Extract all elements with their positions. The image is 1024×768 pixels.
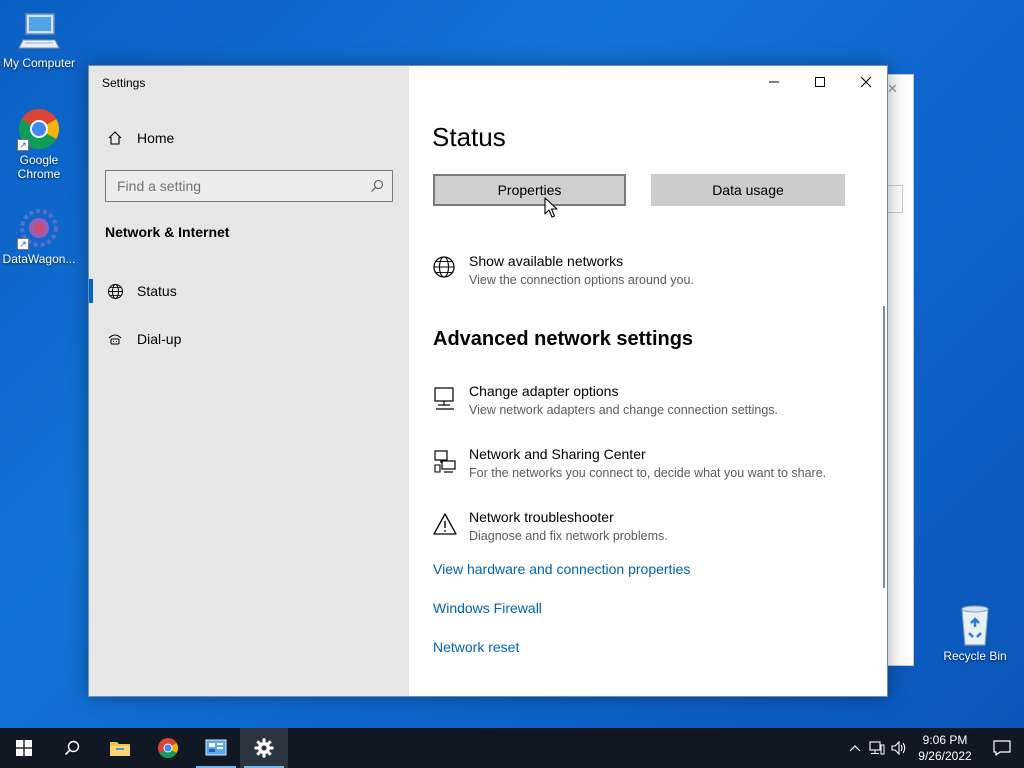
change-adapter-options[interactable]: Change adapter options View network adap…	[432, 383, 872, 427]
show-hidden-icons-button[interactable]	[844, 728, 866, 768]
network-troubleshooter[interactable]: Network troubleshooter Diagnose and fix …	[432, 509, 872, 553]
search-icon	[64, 740, 80, 756]
settings-window: Settings Home Network & Internet Status	[88, 65, 888, 697]
sidebar-item-label: Home	[137, 130, 175, 146]
data-usage-button[interactable]: Data usage	[651, 174, 845, 206]
taskbar-file-explorer[interactable]	[96, 728, 144, 768]
option-subtitle: View the connection options around you.	[469, 273, 694, 287]
advanced-settings-heading: Advanced network settings	[433, 328, 694, 350]
taskbar-settings[interactable]	[240, 728, 288, 768]
system-tray: 9:06 PM 9/26/2022	[844, 728, 1024, 768]
desktop-icon-label: Recycle Bin	[943, 649, 1007, 663]
gear-icon	[254, 738, 274, 758]
desktop-icon-recycle-bin[interactable]: Recycle Bin	[936, 603, 1014, 663]
network-icon	[869, 741, 885, 755]
folder-icon	[110, 742, 130, 756]
desktop-icon-label: Google Chrome	[17, 153, 61, 181]
windows-firewall-link[interactable]: Windows Firewall	[433, 600, 542, 616]
option-subtitle: View network adapters and change connect…	[469, 403, 778, 417]
warning-icon	[432, 511, 458, 537]
desktop-icon-datawagon[interactable]: ↗ DataWagon...	[0, 206, 78, 266]
mouse-cursor-icon	[544, 197, 558, 218]
search-icon[interactable]	[370, 179, 384, 198]
option-subtitle: For the networks you connect to, decide …	[469, 466, 827, 480]
option-title: Network troubleshooter	[469, 509, 614, 525]
sidebar-item-label: Status	[137, 283, 177, 299]
properties-button[interactable]: Properties	[433, 174, 626, 206]
shortcut-arrow-icon: ↗	[17, 238, 29, 250]
adapter-icon	[432, 385, 458, 411]
view-hardware-link[interactable]: View hardware and connection properties	[433, 561, 690, 577]
sharing-center-icon	[432, 448, 458, 474]
control-panel-icon	[205, 739, 227, 756]
clock-time: 9:06 PM	[922, 733, 968, 747]
sidebar-item-home[interactable]: Home	[89, 118, 409, 158]
action-center-button[interactable]	[980, 728, 1024, 768]
globe-icon	[432, 255, 458, 281]
network-reset-link[interactable]: Network reset	[433, 639, 519, 655]
chrome-icon	[158, 738, 178, 758]
search-box	[105, 170, 393, 202]
show-available-networks[interactable]: Show available networks View the connect…	[432, 253, 872, 297]
sidebar-item-dial-up[interactable]: Dial-up	[89, 319, 409, 359]
page-title: Status	[432, 122, 506, 152]
network-and-sharing-center[interactable]: Network and Sharing Center For the netwo…	[432, 446, 872, 490]
windows-logo-icon	[16, 740, 32, 756]
start-button[interactable]	[0, 728, 48, 768]
taskbar-chrome[interactable]	[144, 728, 192, 768]
chrome-icon: ↗	[17, 107, 61, 151]
notification-icon	[993, 740, 1011, 756]
desktop-icon-my-computer[interactable]: My Computer	[0, 10, 78, 70]
option-title: Change adapter options	[469, 383, 619, 399]
option-title: Show available networks	[469, 253, 624, 269]
clock-date: 9/26/2022	[918, 749, 972, 763]
scrollbar[interactable]	[883, 306, 885, 588]
speaker-icon	[891, 741, 906, 755]
recycle-bin-icon	[953, 603, 997, 647]
search-button[interactable]	[48, 728, 96, 768]
window-title: Settings	[102, 76, 146, 90]
shortcut-arrow-icon: ↗	[17, 139, 29, 151]
desktop-icon-google-chrome[interactable]: ↗ Google Chrome	[0, 107, 78, 181]
sidebar: Settings Home Network & Internet Status	[89, 66, 409, 696]
sidebar-item-label: Dial-up	[137, 331, 182, 347]
section-heading: Network & Internet	[105, 224, 230, 240]
volume-tray-button[interactable]	[888, 728, 910, 768]
computer-icon	[17, 10, 61, 54]
content-pane: Status Properties Data usage Show availa…	[409, 66, 887, 696]
option-subtitle: Diagnose and fix network problems.	[469, 529, 668, 543]
taskbar-clock[interactable]: 9:06 PM 9/26/2022	[910, 732, 980, 764]
home-icon	[106, 129, 124, 147]
datawagon-icon: ↗	[17, 206, 61, 250]
chevron-up-icon	[849, 745, 861, 752]
option-title: Network and Sharing Center	[469, 446, 646, 462]
desktop-icon-label: My Computer	[2, 56, 76, 70]
taskbar: 9:06 PM 9/26/2022	[0, 728, 1024, 768]
desktop-icon-label: DataWagon...	[2, 252, 76, 266]
search-input[interactable]	[106, 171, 392, 201]
sidebar-item-status[interactable]: Status	[89, 271, 409, 311]
globe-icon	[106, 282, 124, 300]
dialup-icon	[106, 330, 124, 348]
network-tray-button[interactable]	[866, 728, 888, 768]
taskbar-control-panel[interactable]	[192, 728, 240, 768]
